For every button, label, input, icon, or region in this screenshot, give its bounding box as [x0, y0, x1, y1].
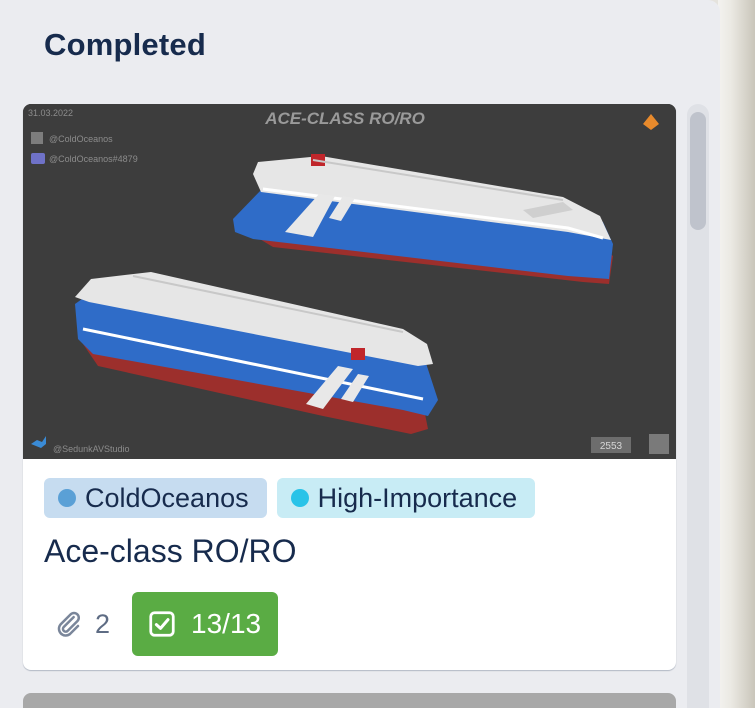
cover-handle-3: @SedunkAVStudio: [53, 444, 130, 454]
cover-heading: ACE-CLASS RO/RO: [264, 109, 425, 128]
chat-icon: [31, 153, 45, 164]
app-icon: [649, 434, 669, 454]
checkbox-icon: [149, 611, 175, 637]
next-card-partial[interactable]: [23, 693, 676, 708]
scrollbar-thumb[interactable]: [690, 112, 706, 230]
attachments-badge: 2: [53, 609, 110, 640]
label-text: High-Importance: [317, 482, 518, 513]
attachments-count: 2: [95, 608, 111, 639]
label-coldoceanos[interactable]: ColdOceanos: [44, 478, 267, 518]
card-title[interactable]: Ace-class RO/RO: [44, 533, 296, 570]
paperclip-icon: [57, 611, 81, 637]
card[interactable]: ACE-CLASS RO/RO 31.03.2022 @ColdOceanos …: [23, 104, 676, 670]
list-title[interactable]: Completed: [44, 27, 206, 63]
cover-handle-1: @ColdOceanos: [49, 134, 113, 144]
list-column: Completed ACE-CLASS RO/RO 31.03.2022 @Co…: [0, 0, 720, 708]
scrollbar-track[interactable]: [687, 104, 709, 708]
background-strip: [718, 0, 755, 708]
checklist-count: 13/13: [191, 608, 262, 639]
card-cover-image: ACE-CLASS RO/RO 31.03.2022 @ColdOceanos …: [23, 104, 676, 459]
cover-handle-2: @ColdOceanos#4879: [49, 154, 138, 164]
label-text: ColdOceanos: [85, 482, 249, 513]
cover-badge: 2553: [600, 441, 623, 452]
label-dot: [290, 489, 309, 507]
label-high-importance[interactable]: High-Importance: [276, 478, 536, 518]
ships-render: ACE-CLASS RO/RO 31.03.2022 @ColdOceanos …: [23, 104, 676, 459]
label-dot: [58, 489, 76, 507]
cover-date: 31.03.2022: [28, 108, 73, 118]
card-labels: ColdOceanos High-Importance: [44, 478, 536, 518]
profile-icon: [31, 132, 43, 144]
checklist-badge: 13/13: [132, 592, 279, 656]
card-badges: 2 13/13: [53, 592, 279, 656]
